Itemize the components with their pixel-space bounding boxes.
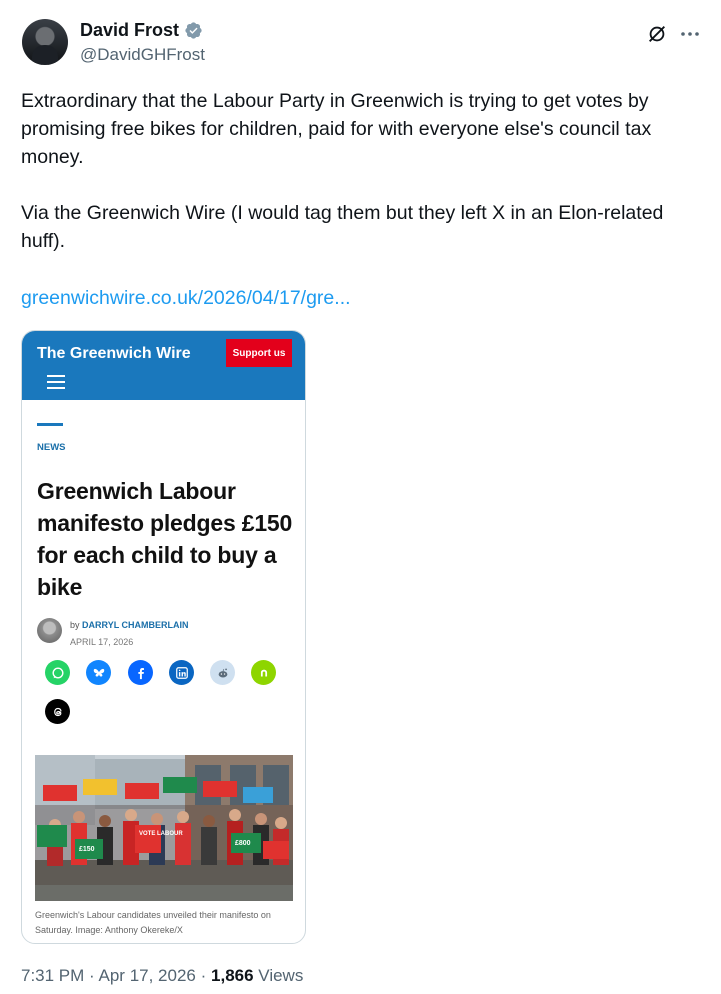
support-us-button[interactable]: Support us <box>226 339 292 367</box>
author-display-name[interactable]: David Frost <box>80 20 179 41</box>
site-title[interactable]: The Greenwich Wire <box>37 345 191 363</box>
article-photo[interactable]: VOTE LABOUR £150 £800 <box>35 755 293 901</box>
bluesky-share-button[interactable] <box>86 660 111 685</box>
separator: · <box>89 966 95 985</box>
reddit-icon <box>218 667 227 677</box>
article-author-name[interactable]: DARRYL CHAMBERLAIN <box>82 620 189 630</box>
article-headline: Greenwich Labour manifesto pledges £150 … <box>37 478 293 600</box>
tweet-meta: 7:31 PM · Apr 17, 2026 · 1,866 Views <box>21 966 303 986</box>
tweet-time[interactable]: 7:31 PM <box>21 966 84 985</box>
separator: · <box>200 966 207 985</box>
section-tag[interactable]: NEWS <box>37 442 66 453</box>
facebook-icon <box>137 667 144 679</box>
verified-badge-icon <box>185 22 202 39</box>
tweet-paragraph-2: Via the Greenwich Wire (I would tag them… <box>21 202 664 252</box>
threads-icon <box>53 707 62 716</box>
linkedin-share-button[interactable] <box>169 660 194 685</box>
whatsapp-share-button[interactable] <box>45 660 70 685</box>
bluesky-icon <box>93 668 104 676</box>
byline-prefix: by <box>70 620 80 630</box>
photo-sign-150: £150 <box>79 846 95 853</box>
nextdoor-icon <box>260 669 267 676</box>
views-count[interactable]: 1,866 <box>211 966 254 985</box>
grok-icon[interactable] <box>646 23 668 45</box>
author-name-row: David Frost <box>80 20 203 41</box>
photo-sign-vote-labour: VOTE LABOUR <box>139 831 183 837</box>
reddit-share-button[interactable] <box>210 660 235 685</box>
publish-date: APRIL 17, 2026 <box>70 637 134 647</box>
tweet-date[interactable]: Apr 17, 2026 <box>99 966 196 985</box>
more-options-icon[interactable] <box>678 22 702 46</box>
hamburger-menu-icon[interactable] <box>47 375 65 389</box>
facebook-share-button[interactable] <box>128 660 153 685</box>
byline: by DARRYL CHAMBERLAIN <box>70 620 189 630</box>
views-label: Views <box>258 966 304 985</box>
author-handle[interactable]: @DavidGHFrost <box>80 45 205 65</box>
nextdoor-share-button[interactable] <box>251 660 276 685</box>
article-link[interactable]: greenwichwire.co.uk/2026/04/17/gre... <box>21 287 351 310</box>
author-avatar[interactable] <box>22 19 68 65</box>
section-accent-bar <box>37 423 63 426</box>
photo-illustration: VOTE LABOUR £150 £800 <box>35 755 293 901</box>
tweet-paragraph-1: Extraordinary that the Labour Party in G… <box>21 90 652 168</box>
link-preview-card[interactable]: The Greenwich Wire Support us NEWS Green… <box>21 330 306 944</box>
threads-share-button[interactable] <box>45 699 70 724</box>
article-author-avatar <box>37 618 62 643</box>
tweet-text: Extraordinary that the Labour Party in G… <box>21 87 711 255</box>
linkedin-icon <box>175 666 188 679</box>
site-header: The Greenwich Wire Support us <box>22 331 305 400</box>
photo-caption: Greenwich's Labour candidates unveiled t… <box>35 910 271 935</box>
whatsapp-icon <box>51 666 64 679</box>
photo-sign-800: £800 <box>235 840 251 847</box>
